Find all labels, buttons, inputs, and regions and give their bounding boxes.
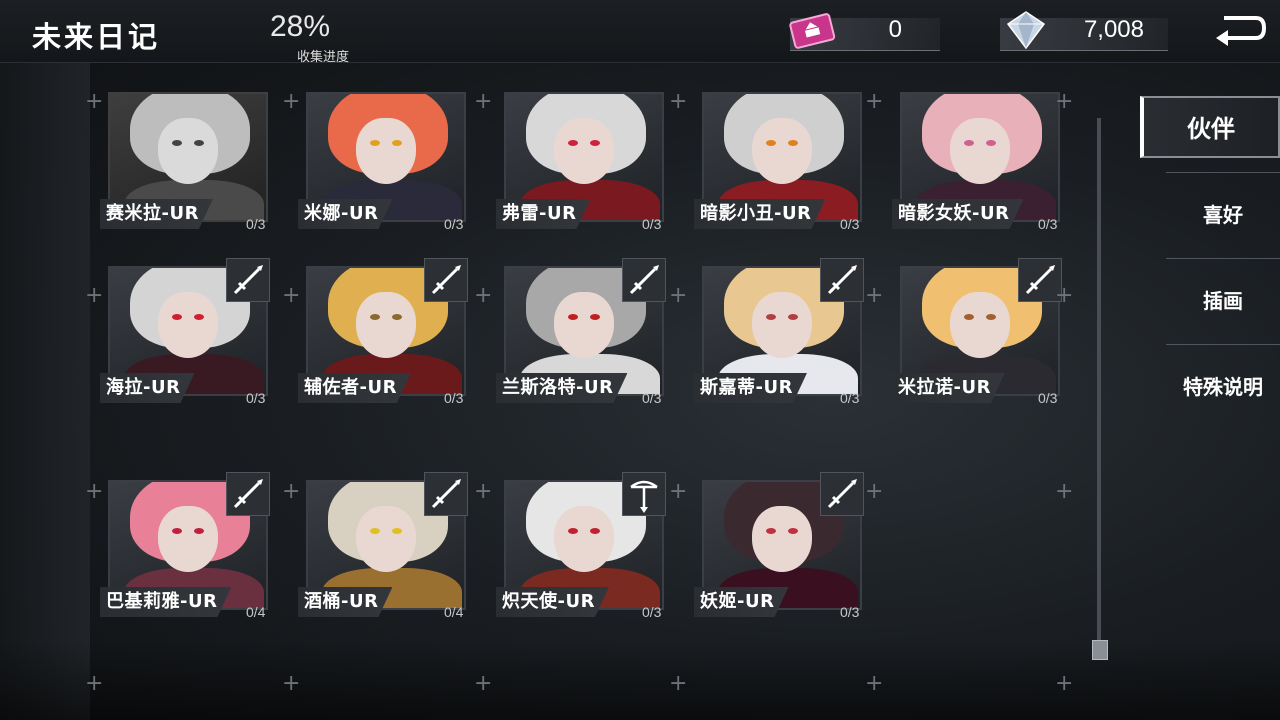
back-icon[interactable]	[1206, 8, 1270, 52]
character-card[interactable]: 米拉诺-UR 0/3	[892, 258, 1062, 411]
background-floor	[0, 640, 1280, 720]
character-card[interactable]: 弗雷-UR 0/3	[496, 92, 666, 237]
tab-illustration[interactable]: 插画	[1166, 258, 1280, 343]
plus-marker-icon: +	[865, 89, 884, 114]
bow-icon	[622, 472, 666, 516]
plus-marker-icon: +	[282, 479, 301, 504]
character-name: 米娜-UR	[298, 199, 392, 229]
plus-marker-icon: +	[85, 671, 104, 696]
character-card[interactable]: 兰斯洛特-UR 0/3	[496, 258, 666, 411]
character-card[interactable]: 暗影女妖-UR 0/3	[892, 92, 1062, 237]
plus-marker-icon: +	[282, 671, 301, 696]
plus-marker-icon: +	[474, 479, 493, 504]
character-card[interactable]: 赛米拉-UR 0/3	[100, 92, 270, 237]
character-card[interactable]: 炽天使-UR 0/3	[496, 472, 666, 625]
scrollbar-track[interactable]	[1097, 118, 1101, 658]
gem-count: 7,008	[1083, 16, 1144, 43]
character-name: 斯嘉蒂-UR	[694, 373, 807, 403]
plus-marker-icon: +	[669, 89, 688, 114]
character-name: 巴基莉雅-UR	[100, 587, 231, 617]
plus-marker-icon: +	[865, 479, 884, 504]
plus-marker-icon: +	[669, 671, 688, 696]
character-card[interactable]: 米娜-UR 0/3	[298, 92, 468, 237]
character-name: 赛米拉-UR	[100, 199, 213, 229]
plus-marker-icon: +	[85, 479, 104, 504]
diamond-icon	[1006, 11, 1046, 50]
gem-currency[interactable]: 7,008	[1000, 11, 1168, 51]
character-card[interactable]: 巴基莉雅-UR 0/4	[100, 472, 270, 625]
sword-icon	[424, 472, 468, 516]
sword-icon	[424, 258, 468, 302]
background-wall	[0, 60, 90, 720]
sword-icon	[226, 472, 270, 516]
sword-icon	[622, 258, 666, 302]
character-card[interactable]: 斯嘉蒂-UR 0/3	[694, 258, 864, 411]
collection-count: 0/4	[246, 604, 266, 620]
ticket-icon	[789, 13, 836, 49]
plus-marker-icon: +	[669, 479, 688, 504]
collection-count: 0/3	[444, 216, 464, 232]
collection-count: 0/4	[444, 604, 464, 620]
plus-marker-icon: +	[865, 283, 884, 308]
plus-marker-icon: +	[474, 283, 493, 308]
collection-count: 0/3	[1038, 390, 1058, 406]
plus-marker-icon: +	[282, 283, 301, 308]
plus-marker-icon: +	[1055, 89, 1074, 114]
character-card[interactable]: 辅佐者-UR 0/3	[298, 258, 468, 411]
plus-marker-icon: +	[669, 283, 688, 308]
sword-icon	[226, 258, 270, 302]
plus-marker-icon: +	[1055, 671, 1074, 696]
ticket-currency[interactable]: 0	[789, 13, 940, 51]
plus-marker-icon: +	[1055, 283, 1074, 308]
plus-marker-icon: +	[474, 671, 493, 696]
plus-marker-icon: +	[85, 283, 104, 308]
character-card[interactable]: 妖姬-UR 0/3	[694, 472, 864, 625]
page-title: 未来日记	[32, 20, 161, 54]
sword-icon	[820, 472, 864, 516]
collection-progress-label: 收集进度	[297, 50, 350, 65]
tab-preference[interactable]: 喜好	[1166, 172, 1280, 257]
character-card[interactable]: 酒桶-UR 0/4	[298, 472, 468, 625]
collection-progress-value: 28%	[270, 10, 331, 43]
plus-marker-icon: +	[474, 89, 493, 114]
character-name: 炽天使-UR	[496, 587, 609, 617]
ticket-count: 0	[888, 16, 902, 43]
plus-marker-icon: +	[85, 89, 104, 114]
character-name: 妖姬-UR	[694, 587, 788, 617]
plus-marker-icon: +	[282, 89, 301, 114]
sword-icon	[820, 258, 864, 302]
collection-count: 0/3	[840, 604, 860, 620]
character-name: 兰斯洛特-UR	[496, 373, 627, 403]
tab-special-notes[interactable]: 特殊说明	[1166, 344, 1280, 429]
collection-count: 0/3	[642, 390, 662, 406]
plus-marker-icon: +	[865, 671, 884, 696]
collection-count: 0/3	[840, 216, 860, 232]
character-name: 暗影女妖-UR	[892, 199, 1023, 229]
character-name: 米拉诺-UR	[892, 373, 1005, 403]
top-bar: 未来日记 28% 收集进度 0 7,008	[0, 0, 1280, 65]
collection-count: 0/3	[444, 390, 464, 406]
collection-count: 0/3	[246, 216, 266, 232]
character-card[interactable]: 暗影小丑-UR 0/3	[694, 92, 864, 237]
character-name: 酒桶-UR	[298, 587, 392, 617]
scrollbar-thumb[interactable]	[1092, 640, 1108, 660]
collection-count: 0/3	[1038, 216, 1058, 232]
tab-partner[interactable]: 伙伴	[1140, 96, 1280, 158]
collection-count: 0/3	[642, 604, 662, 620]
character-name: 弗雷-UR	[496, 199, 590, 229]
character-name: 暗影小丑-UR	[694, 199, 825, 229]
character-card[interactable]: 海拉-UR 0/3	[100, 258, 270, 411]
collection-count: 0/3	[840, 390, 860, 406]
character-name: 辅佐者-UR	[298, 373, 411, 403]
collection-count: 0/3	[642, 216, 662, 232]
collection-count: 0/3	[246, 390, 266, 406]
plus-marker-icon: +	[1055, 479, 1074, 504]
character-name: 海拉-UR	[100, 373, 194, 403]
